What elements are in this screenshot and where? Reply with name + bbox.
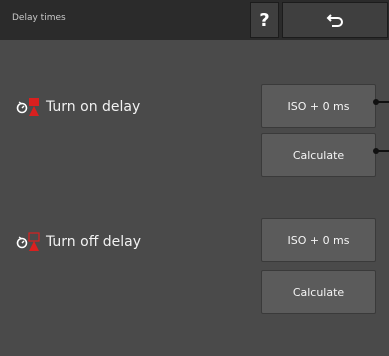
main-panel: Turn on delay ISO + 0 ms Calculate Turn … (0, 40, 389, 356)
back-button[interactable] (282, 2, 388, 38)
help-button[interactable]: ? (250, 2, 279, 38)
turn-off-calculate-button[interactable]: Calculate (261, 270, 376, 314)
header-bar: Delay times ? (0, 0, 389, 40)
help-label: ? (259, 9, 270, 31)
turn-on-calculate-button[interactable]: Calculate (261, 133, 376, 177)
connector-line (373, 99, 389, 105)
section-turn-off-icon (16, 232, 40, 251)
turn-off-delay-label: Turn off delay (46, 234, 142, 250)
turn-off-delay-value-label: ISO + 0 ms (287, 233, 350, 247)
turn-off-delay-label-group: Turn off delay (16, 231, 141, 253)
section-turn-on-icon (16, 98, 39, 116)
connector-line (373, 148, 389, 154)
turn-on-calculate-label: Calculate (292, 148, 345, 162)
turn-on-delay-value-button[interactable]: ISO + 0 ms (261, 84, 376, 128)
page-title: Delay times (12, 13, 66, 23)
turn-on-delay-value-label: ISO + 0 ms (287, 99, 350, 113)
undo-arrow-icon (326, 14, 343, 27)
turn-off-calculate-label: Calculate (292, 285, 345, 299)
turn-off-delay-value-button[interactable]: ISO + 0 ms (261, 218, 376, 262)
turn-on-delay-label: Turn on delay (46, 99, 141, 115)
turn-on-delay-label-group: Turn on delay (16, 96, 140, 118)
